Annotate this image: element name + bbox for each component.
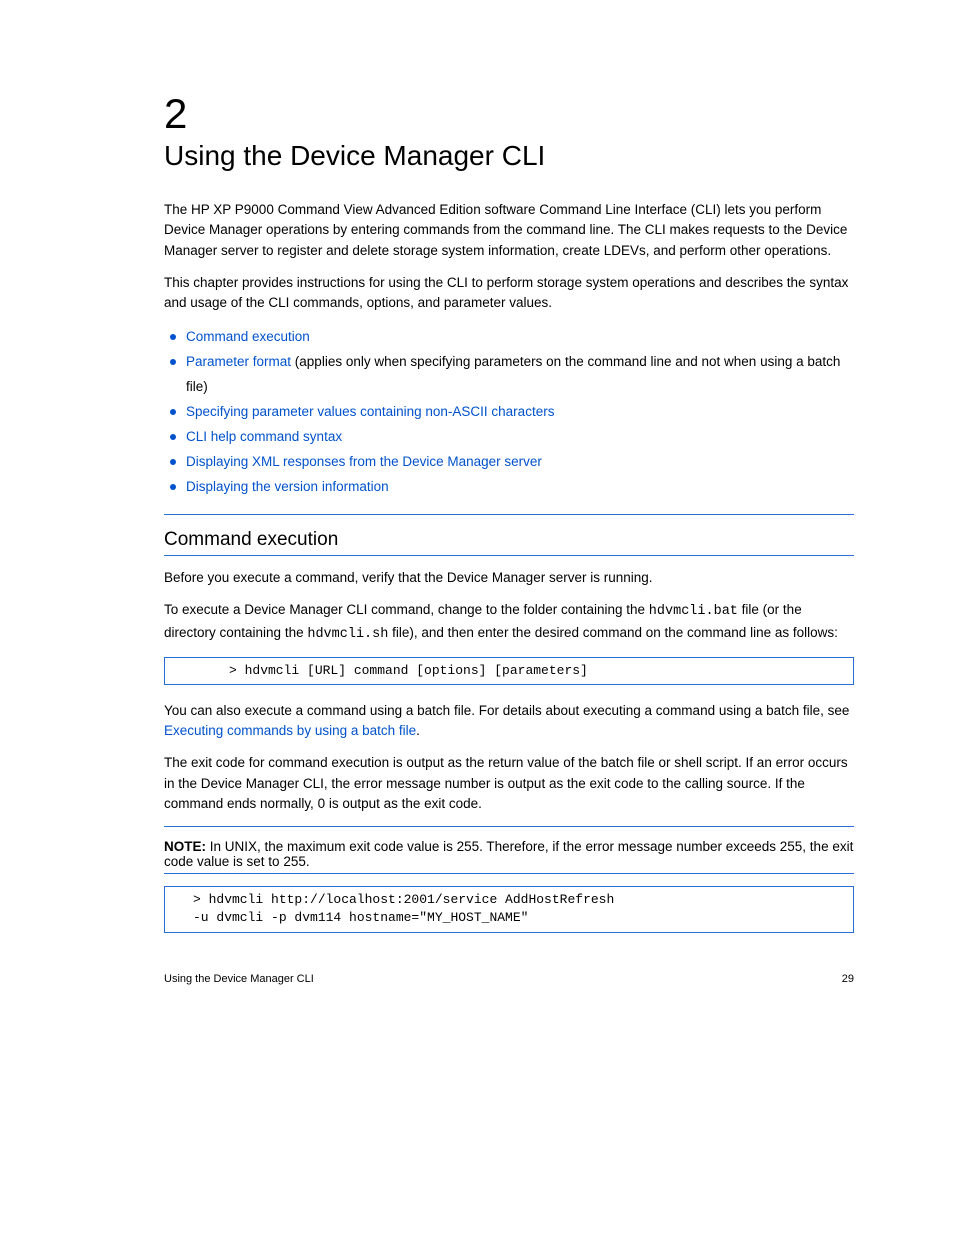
inline-link-batch-file[interactable]: Executing commands by using a batch file (164, 723, 416, 738)
toc-link[interactable]: CLI help command syntax (186, 429, 342, 444)
toc-item[interactable]: Displaying the version information (164, 475, 854, 500)
toc-link[interactable]: Displaying the version information (186, 479, 389, 494)
code-line: -u dvmcli -p dvm114 hostname="MY_HOST_NA… (193, 909, 845, 927)
intro-paragraph-1: The HP XP P9000 Command View Advanced Ed… (164, 200, 854, 261)
intro-paragraph-2: This chapter provides instructions for u… (164, 273, 854, 314)
toc-item[interactable]: CLI help command syntax (164, 425, 854, 450)
code-block-usage: > hdvmcli [URL] command [options] [param… (164, 657, 854, 685)
footer-page-number: 29 (842, 973, 854, 985)
toc-link[interactable]: Displaying XML responses from the Device… (186, 454, 542, 469)
inline-code: hdvmcli.bat (649, 604, 738, 619)
chapter-number: 2 (164, 90, 854, 138)
section-paragraph: You can also execute a command using a b… (164, 701, 854, 742)
divider (164, 555, 854, 556)
section-paragraph: To execute a Device Manager CLI command,… (164, 600, 854, 645)
divider (164, 826, 854, 827)
note-label: NOTE: In UNIX, the maximum exit code val… (164, 839, 854, 869)
toc-item[interactable]: Command execution (164, 325, 854, 350)
toc-item[interactable]: Parameter format (applies only when spec… (164, 350, 854, 400)
toc-item[interactable]: Displaying XML responses from the Device… (164, 450, 854, 475)
toc-link[interactable]: Command execution (186, 329, 310, 344)
footer-section-title: Using the Device Manager CLI (164, 973, 314, 985)
divider (164, 514, 854, 515)
toc-link[interactable]: Specifying parameter values containing n… (186, 404, 554, 419)
chapter-title: Using the Device Manager CLI (164, 140, 854, 172)
toc-link[interactable]: Parameter format (186, 354, 291, 369)
section-paragraph: The exit code for command execution is o… (164, 753, 854, 814)
inline-code: hdvmcli.sh (307, 627, 388, 642)
section-paragraph: Before you execute a command, verify tha… (164, 568, 854, 588)
code-line: > hdvmcli [URL] command [options] [param… (229, 662, 845, 680)
toc-item[interactable]: Specifying parameter values containing n… (164, 400, 854, 425)
code-line: > hdvmcli http://localhost:2001/service … (193, 891, 845, 909)
toc-list: Command execution Parameter format (appl… (164, 325, 854, 500)
page-footer: Using the Device Manager CLI 29 (164, 973, 854, 985)
code-block-example: > hdvmcli http://localhost:2001/service … (164, 886, 854, 932)
section-heading-command-execution: Command execution (164, 529, 854, 551)
divider (164, 873, 854, 874)
